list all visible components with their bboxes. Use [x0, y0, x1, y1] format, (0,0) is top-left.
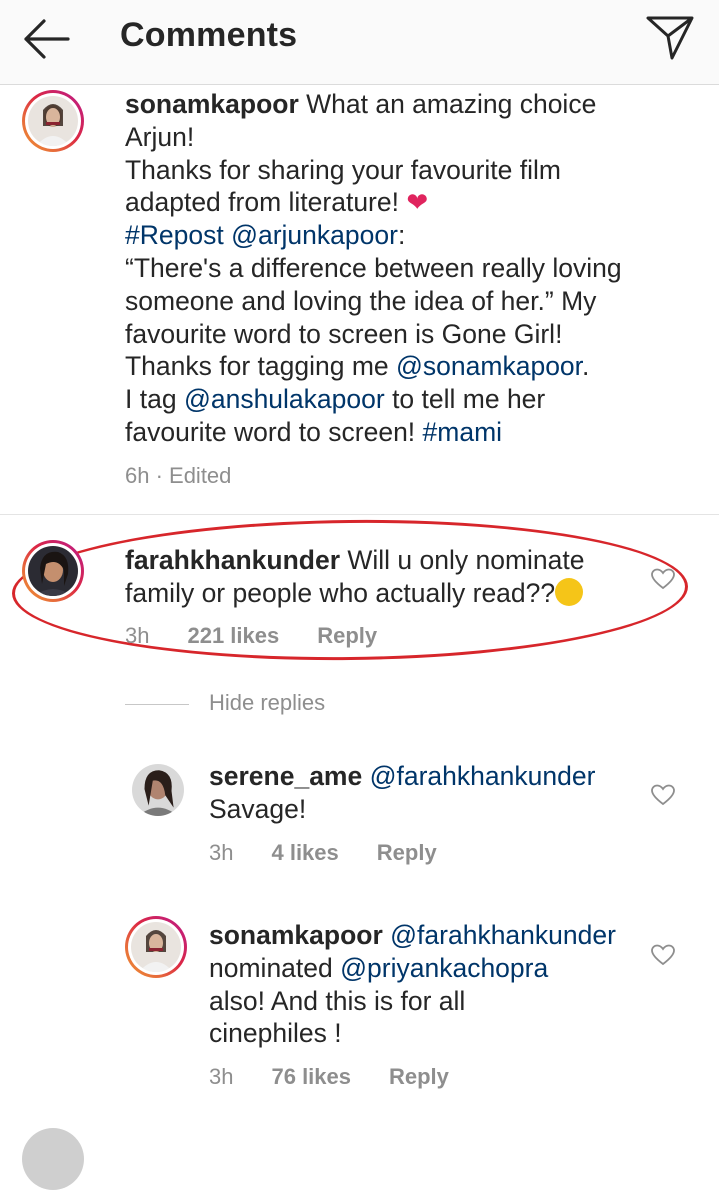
- mention-link[interactable]: @farahkhankunder: [390, 920, 616, 950]
- mention-link[interactable]: @farahkhankunder: [370, 761, 596, 791]
- divider: [0, 514, 719, 515]
- grinning-emoji-icon: [555, 577, 584, 606]
- comment-meta: 3h 221 likes Reply: [125, 623, 415, 649]
- comment-time: 3h: [209, 1064, 234, 1089]
- header-bar: Comments: [0, 0, 719, 85]
- mention-link[interactable]: @sonamkapoor: [396, 351, 582, 381]
- divider: [125, 704, 189, 705]
- reply-meta: 3h 76 likes Reply: [209, 1064, 487, 1090]
- reply-button[interactable]: Reply: [377, 840, 437, 865]
- avatar[interactable]: [125, 916, 187, 978]
- caption-timestamp: 6h · Edited: [125, 463, 232, 488]
- comment-time: 3h: [125, 623, 150, 648]
- avatar[interactable]: [132, 764, 184, 816]
- likes-count[interactable]: 4 likes: [271, 840, 338, 865]
- comment-text: farahkhankunder Will u only nominate fam…: [125, 545, 585, 608]
- paper-plane-icon[interactable]: [644, 12, 696, 64]
- likes-count[interactable]: 76 likes: [271, 1064, 351, 1089]
- username[interactable]: serene_ame: [209, 761, 362, 791]
- mention-link[interactable]: @arjunkapoor: [231, 220, 398, 250]
- heart-icon[interactable]: [650, 783, 676, 807]
- arrow-left-icon[interactable]: [18, 14, 74, 64]
- page-title: Comments: [120, 16, 298, 54]
- hashtag-link[interactable]: #Repost: [125, 220, 224, 250]
- username[interactable]: sonamkapoor: [209, 920, 383, 950]
- likes-count[interactable]: 221 likes: [187, 623, 279, 648]
- heart-emoji-icon: ❤: [406, 187, 429, 218]
- heart-icon[interactable]: [650, 943, 676, 967]
- reply-meta: 3h 4 likes Reply: [209, 840, 475, 866]
- heart-icon[interactable]: [650, 567, 676, 591]
- reply-text: sonamkapoor @farahkhankunder nominated @…: [209, 920, 616, 1049]
- avatar[interactable]: [22, 1128, 84, 1190]
- reply-text: serene_ame @farahkhankunder Savage!: [209, 761, 596, 824]
- mention-link[interactable]: @anshulakapoor: [184, 384, 385, 414]
- username[interactable]: farahkhankunder: [125, 545, 340, 575]
- hashtag-link[interactable]: #mami: [423, 417, 503, 447]
- hide-replies-button[interactable]: Hide replies: [209, 690, 325, 716]
- avatar[interactable]: [22, 540, 84, 602]
- username[interactable]: sonamkapoor: [125, 89, 299, 119]
- reply-button[interactable]: Reply: [317, 623, 377, 648]
- mention-link[interactable]: @priyankachopra: [340, 953, 548, 983]
- caption-text: sonamkapoor What an amazing choice Arjun…: [125, 89, 622, 447]
- avatar[interactable]: [22, 90, 84, 152]
- comment-time: 3h: [209, 840, 234, 865]
- reply-button[interactable]: Reply: [389, 1064, 449, 1089]
